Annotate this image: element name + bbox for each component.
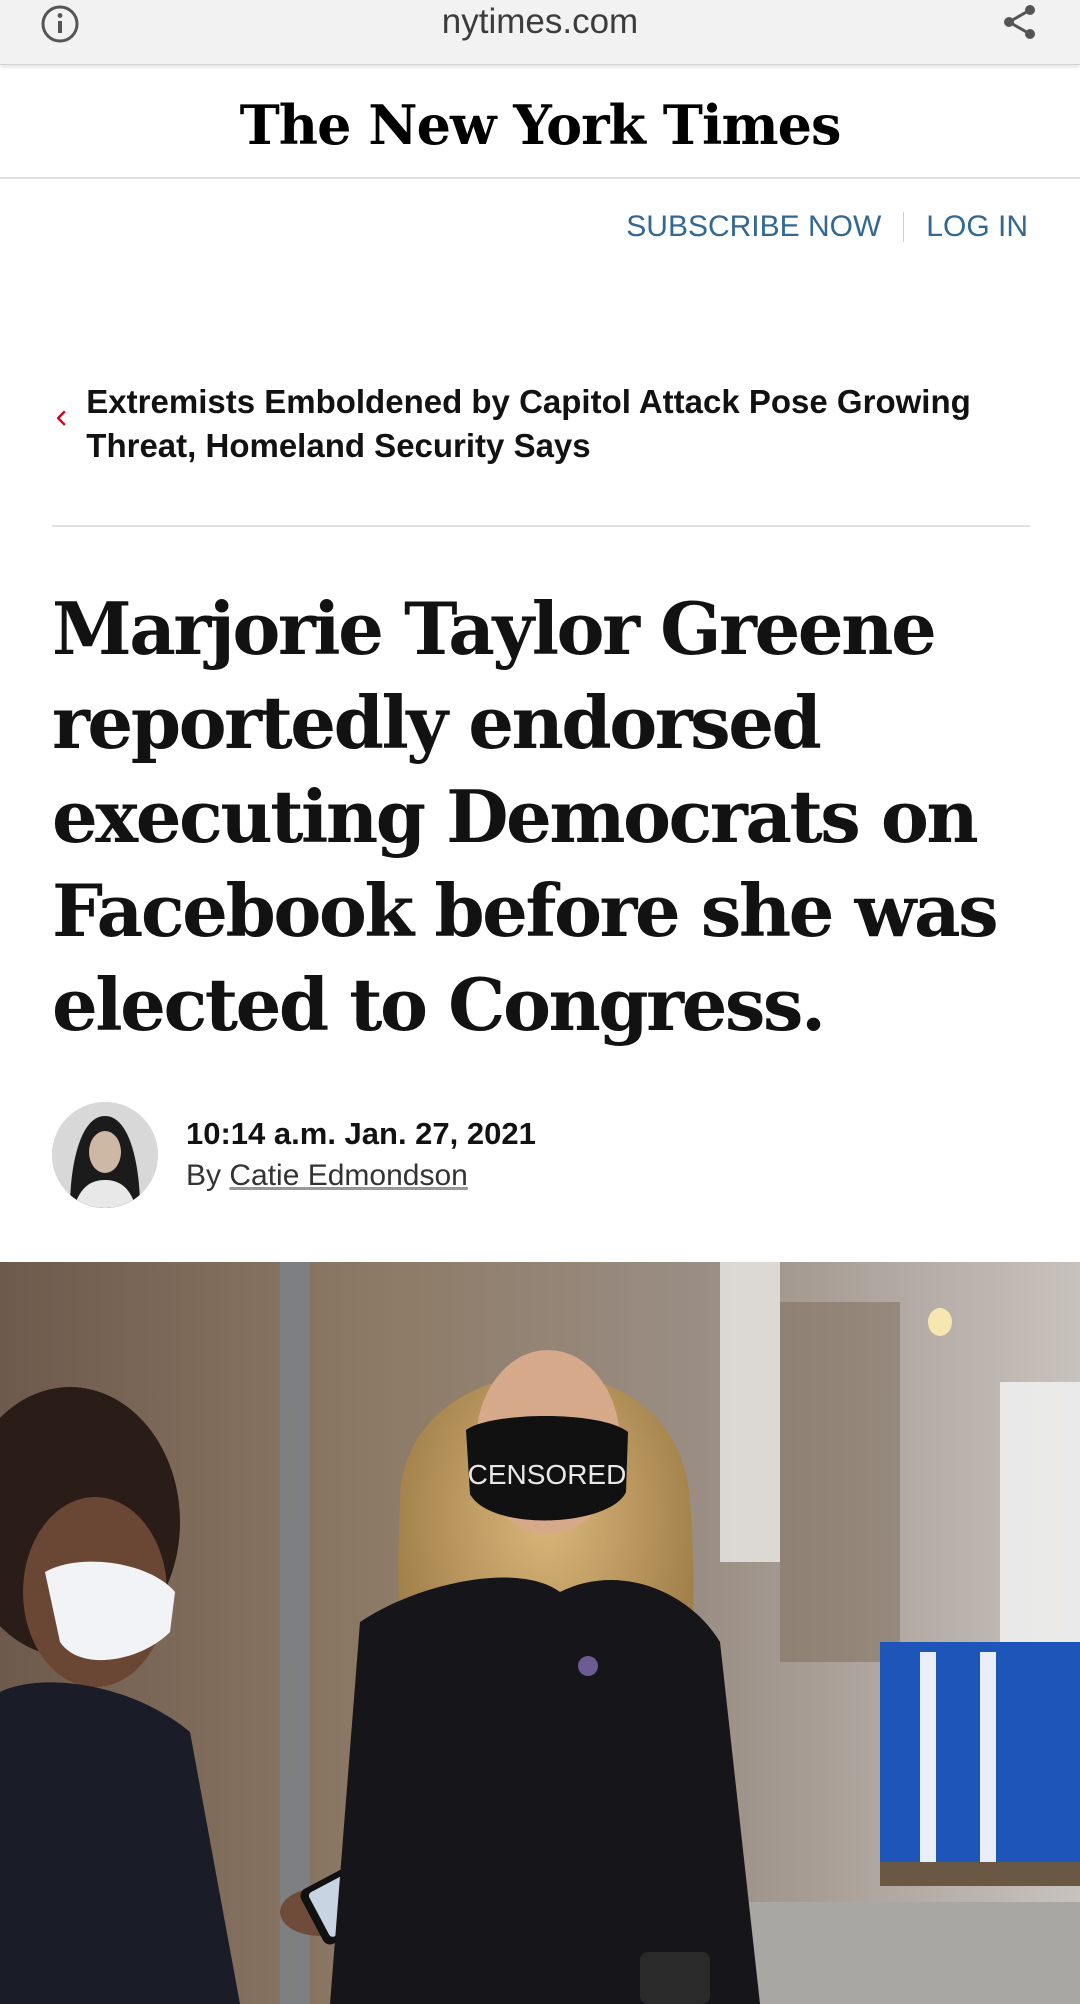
byline-block: 10:14 a.m. Jan. 27, 2021 By Catie Edmond… [52, 1102, 536, 1208]
browser-url-bar: nytimes.com [0, 0, 1080, 65]
subscribe-now-link[interactable]: SUBSCRIBE NOW [626, 210, 881, 244]
auth-links: SUBSCRIBE NOW LOG IN [626, 210, 1028, 244]
mask-text: CENSORED [468, 1459, 627, 1490]
section-divider [52, 525, 1030, 527]
nyt-logo[interactable]: The New York Times [240, 93, 842, 157]
author-avatar[interactable] [52, 1102, 158, 1208]
byline: By Catie Edmondson [186, 1155, 536, 1197]
previous-article-title[interactable]: Extremists Emboldened by Capitol Attack … [86, 380, 1032, 468]
log-in-link[interactable]: LOG IN [926, 210, 1028, 244]
article-headline: Marjorie Taylor Greene reportedly endors… [52, 586, 999, 1047]
url-text[interactable]: nytimes.com [0, 2, 1080, 42]
author-link[interactable]: Catie Edmondson [229, 1159, 467, 1192]
byline-prefix: By [186, 1159, 222, 1192]
lead-photo[interactable]: CENSORED [0, 1262, 1080, 2004]
publish-timestamp: 10:14 a.m. Jan. 27, 2021 [186, 1116, 536, 1151]
chevron-left-icon [56, 410, 66, 426]
byline-text: 10:14 a.m. Jan. 27, 2021 By Catie Edmond… [186, 1113, 536, 1197]
previous-article-link[interactable]: Extremists Emboldened by Capitol Attack … [52, 380, 1032, 468]
masthead: The New York Times [0, 65, 1080, 179]
auth-divider [903, 212, 905, 242]
share-icon[interactable] [1000, 2, 1040, 42]
